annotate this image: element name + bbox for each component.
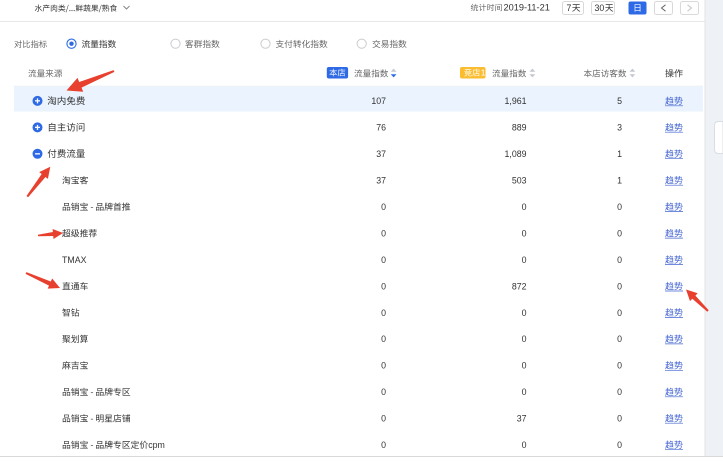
svg-text:cpm: cpm <box>148 440 165 450</box>
svg-text:7: 7 <box>567 3 572 13</box>
svg-text:0: 0 <box>617 440 622 450</box>
svg-text:0: 0 <box>617 229 622 239</box>
svg-text:3: 3 <box>617 123 622 133</box>
svg-text:TMAX: TMAX <box>62 255 87 265</box>
svg-text:1: 1 <box>617 176 622 186</box>
svg-text:889: 889 <box>512 123 527 133</box>
svg-text:5: 5 <box>617 96 622 106</box>
svg-text:0: 0 <box>522 229 527 239</box>
svg-text:0: 0 <box>522 387 527 397</box>
svg-text:0: 0 <box>381 229 386 239</box>
svg-text:1: 1 <box>617 149 622 159</box>
svg-text:0: 0 <box>522 202 527 212</box>
svg-text:0: 0 <box>381 387 386 397</box>
svg-text:0: 0 <box>617 387 622 397</box>
svg-text:1,961: 1,961 <box>504 96 526 106</box>
svg-text:1,089: 1,089 <box>504 149 526 159</box>
svg-text:0: 0 <box>522 361 527 371</box>
svg-text:0: 0 <box>381 308 386 318</box>
svg-text:0: 0 <box>617 202 622 212</box>
svg-text:0: 0 <box>381 255 386 265</box>
svg-text:0: 0 <box>617 414 622 424</box>
svg-text:0: 0 <box>617 308 622 318</box>
svg-text:0: 0 <box>381 361 386 371</box>
svg-text:37: 37 <box>517 414 527 424</box>
svg-text:76: 76 <box>376 123 386 133</box>
svg-text:0: 0 <box>522 255 527 265</box>
svg-text:1: 1 <box>481 68 486 78</box>
svg-text:2019-11-21: 2019-11-21 <box>504 3 550 13</box>
svg-text:0: 0 <box>522 334 527 344</box>
svg-text:872: 872 <box>512 281 527 291</box>
svg-text:0: 0 <box>617 281 622 291</box>
svg-text:0: 0 <box>381 281 386 291</box>
svg-text:0: 0 <box>617 361 622 371</box>
svg-text:0: 0 <box>522 440 527 450</box>
svg-text:107: 107 <box>371 96 386 106</box>
svg-text:0: 0 <box>381 334 386 344</box>
svg-text:30: 30 <box>595 3 605 13</box>
svg-text:0: 0 <box>617 255 622 265</box>
svg-text:0: 0 <box>617 334 622 344</box>
svg-text:37: 37 <box>376 176 386 186</box>
svg-text:503: 503 <box>512 176 527 186</box>
svg-text:0: 0 <box>381 202 386 212</box>
svg-text:0: 0 <box>381 440 386 450</box>
svg-text:0: 0 <box>522 308 527 318</box>
svg-text:0: 0 <box>381 414 386 424</box>
svg-text:37: 37 <box>376 149 386 159</box>
